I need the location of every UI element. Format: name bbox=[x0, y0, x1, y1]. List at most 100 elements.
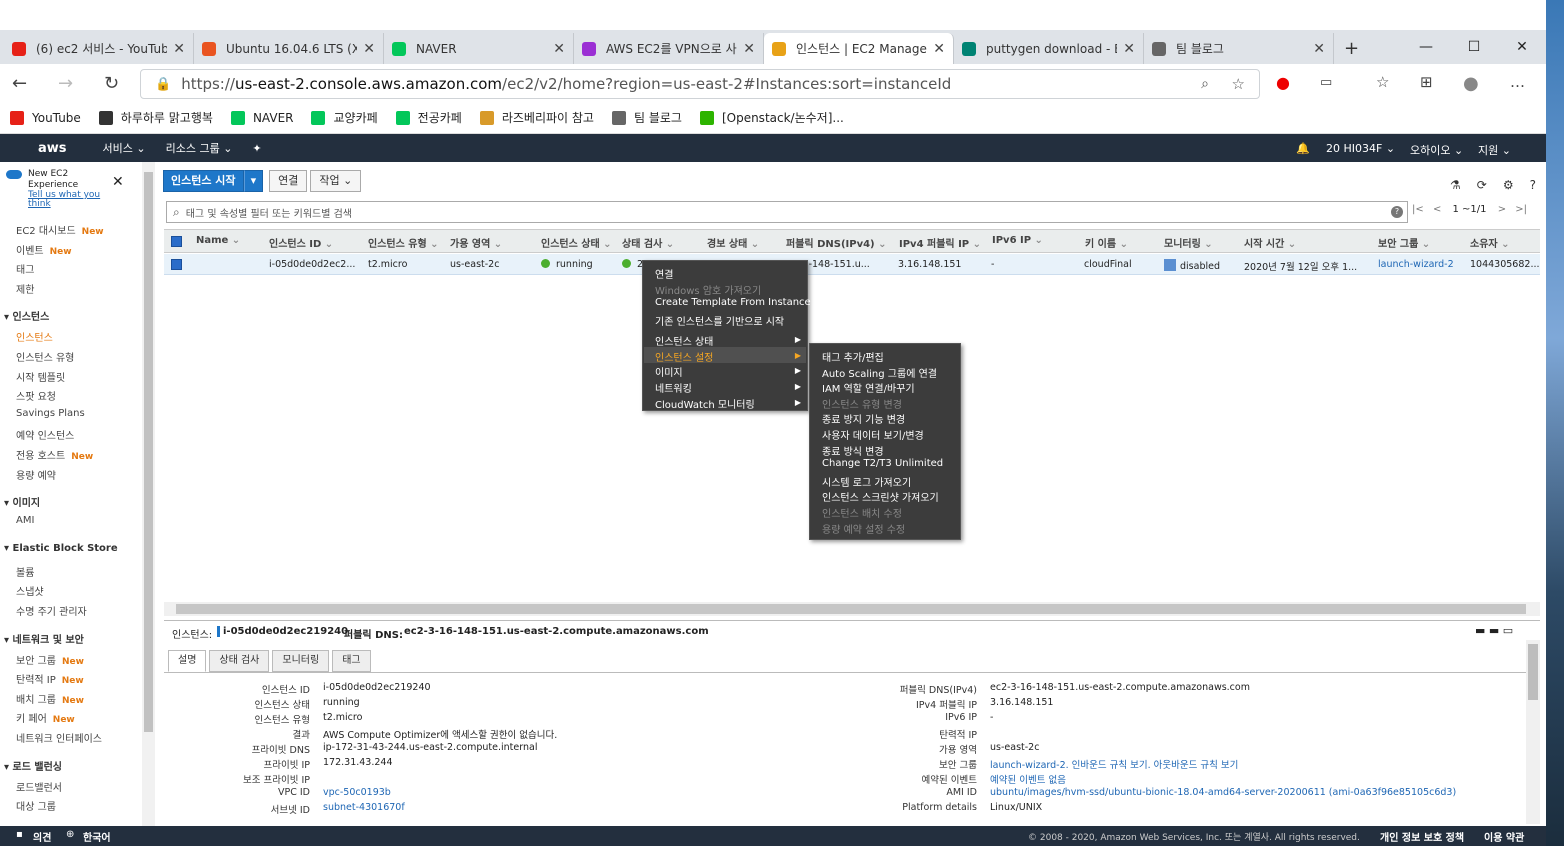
collections-icon[interactable]: ⊞ bbox=[1420, 73, 1433, 91]
column-header[interactable]: IPv6 IP ⌄ bbox=[992, 235, 1043, 246]
context-menu-item[interactable]: CloudWatch 모니터링 bbox=[655, 396, 755, 411]
context-menu-item[interactable]: 기존 인스턴스를 기반으로 시작 bbox=[655, 313, 784, 328]
bookmark-item[interactable]: 팀 블로그 bbox=[611, 109, 682, 126]
detail-value[interactable]: ubuntu/images/hvm-ssd/ubuntu-bionic-18.0… bbox=[990, 787, 1456, 798]
sidebar-item[interactable]: 용량 예약 bbox=[16, 467, 56, 482]
sidebar-item[interactable]: 인스턴스 유형 bbox=[16, 349, 74, 364]
column-header[interactable]: 보안 그룹 ⌄ bbox=[1378, 235, 1430, 250]
new-experience-toggle[interactable] bbox=[6, 170, 22, 179]
bookmark-item[interactable]: NAVER bbox=[230, 110, 293, 125]
submenu-item[interactable]: 태그 추가/편집 bbox=[822, 349, 884, 364]
launch-dropdown-icon[interactable]: ▾ bbox=[243, 170, 264, 192]
context-menu-item[interactable]: 네트워킹 bbox=[655, 380, 692, 395]
column-header[interactable]: 인스턴스 상태 ⌄ bbox=[541, 235, 612, 250]
sidebar-item[interactable]: 제한 bbox=[16, 281, 34, 296]
context-menu-item[interactable]: 연결 bbox=[655, 266, 673, 281]
detail-tab[interactable]: 상태 검사 bbox=[209, 650, 270, 672]
zoom-icon[interactable]: ⌕ bbox=[1201, 76, 1209, 92]
select-all-checkbox[interactable] bbox=[171, 236, 182, 247]
sidebar-item[interactable]: 배치 그룹 New bbox=[16, 691, 84, 706]
context-menu-item[interactable]: Create Template From Instance bbox=[655, 297, 811, 308]
prev-page-icon[interactable]: < bbox=[1433, 204, 1441, 215]
panel-layout-icon[interactable]: ▬ ▬ ▭ bbox=[1475, 624, 1513, 637]
close-icon[interactable]: ✕ bbox=[112, 174, 124, 190]
column-header[interactable]: 모니터링 ⌄ bbox=[1164, 235, 1213, 250]
services-menu[interactable]: 서비스 ⌄ bbox=[103, 140, 146, 156]
help-icon[interactable]: ? bbox=[1391, 206, 1403, 218]
actions-button[interactable]: 작업 ⌄ bbox=[310, 170, 362, 192]
maximize-button[interactable]: ☐ bbox=[1450, 39, 1498, 55]
column-header[interactable]: 가용 영역 ⌄ bbox=[450, 235, 502, 250]
minimize-button[interactable]: — bbox=[1402, 39, 1450, 55]
detail-value[interactable]: launch-wizard-2. 인바운드 규칙 보기. 아웃바운드 규칙 보기 bbox=[990, 757, 1238, 771]
sidebar-item[interactable]: 보안 그룹 New bbox=[16, 652, 84, 667]
refresh-icon[interactable]: ⟳ bbox=[1477, 178, 1487, 192]
column-header[interactable]: 인스턴스 유형 ⌄ bbox=[368, 235, 439, 250]
flask-icon[interactable]: ⚗ bbox=[1450, 178, 1461, 192]
column-header[interactable]: 인스턴스 ID ⌄ bbox=[269, 235, 333, 250]
context-menu-item[interactable]: 이미지 bbox=[655, 364, 683, 379]
favorites-icon[interactable]: ☆ bbox=[1376, 73, 1389, 91]
sidebar-scrollbar[interactable] bbox=[142, 162, 155, 826]
help-icon[interactable]: ? bbox=[1530, 178, 1536, 192]
privacy-link[interactable]: 개인 정보 보호 정책 bbox=[1380, 829, 1464, 844]
sidebar-item[interactable]: 스팟 요청 bbox=[16, 388, 56, 403]
url-bar[interactable]: 🔒 https://us-east-2.console.aws.amazon.c… bbox=[140, 69, 1260, 99]
next-page-icon[interactable]: > bbox=[1498, 204, 1506, 215]
sidebar-item[interactable]: 대상 그룹 bbox=[16, 798, 56, 813]
submenu-item[interactable]: 사용자 데이터 보기/변경 bbox=[822, 427, 924, 442]
close-tab-icon[interactable]: ✕ bbox=[363, 41, 375, 57]
last-page-icon[interactable]: >| bbox=[1515, 204, 1527, 215]
sidebar-item[interactable]: 시작 템플릿 bbox=[16, 369, 65, 384]
detail-value[interactable]: vpc-50c0193b bbox=[323, 787, 391, 798]
close-tab-icon[interactable]: ✕ bbox=[933, 41, 945, 57]
browser-tab[interactable]: (6) ec2 서비스 - YouTub ✕ bbox=[4, 33, 194, 64]
detail-value[interactable]: 예약된 이벤트 없음 bbox=[990, 772, 1066, 786]
bookmark-item[interactable]: YouTube bbox=[10, 110, 81, 125]
new-tab-button[interactable]: + bbox=[1336, 33, 1367, 64]
reader-icon[interactable]: ▭ bbox=[1320, 75, 1332, 90]
language-link[interactable]: 한국어 bbox=[83, 829, 111, 844]
close-tab-icon[interactable]: ✕ bbox=[173, 41, 185, 57]
detail-tab[interactable]: 설명 bbox=[168, 650, 207, 672]
connect-button[interactable]: 연결 bbox=[269, 170, 308, 192]
submenu-item[interactable]: IAM 역할 연결/바꾸기 bbox=[822, 380, 915, 395]
sidebar-item[interactable]: 탄력적 IP New bbox=[16, 671, 84, 686]
browser-tab[interactable]: 팀 블로그 ✕ bbox=[1144, 33, 1334, 64]
filter-input[interactable]: ⌕ 태그 및 속성별 필터 또는 키워드별 검색 ? bbox=[166, 201, 1408, 223]
sidebar-item[interactable]: 태그 bbox=[16, 261, 34, 276]
first-page-icon[interactable]: |< bbox=[1412, 204, 1424, 215]
sidebar-item[interactable]: 전용 호스트 New bbox=[16, 447, 93, 462]
sidebar-section-title[interactable]: ▾ 로드 밸런싱 bbox=[4, 758, 62, 773]
close-tab-icon[interactable]: ✕ bbox=[1123, 41, 1135, 57]
submenu-item[interactable]: 인스턴스 스크린샷 가져오기 bbox=[822, 489, 939, 504]
detail-tab[interactable]: 태그 bbox=[332, 650, 371, 672]
launch-instance-button[interactable]: 인스턴스 시작 bbox=[163, 170, 244, 192]
column-header[interactable]: 상태 검사 ⌄ bbox=[622, 235, 674, 250]
sidebar-section-title[interactable]: ▾ Elastic Block Store bbox=[4, 543, 118, 554]
sidebar-item[interactable]: 예약 인스턴스 bbox=[16, 427, 74, 442]
submenu-item[interactable]: Auto Scaling 그룹에 연결 bbox=[822, 365, 937, 380]
context-menu-item[interactable]: 인스턴스 설정 bbox=[655, 349, 713, 364]
pin-icon[interactable]: ✦ bbox=[252, 142, 261, 155]
browser-tab[interactable]: NAVER ✕ bbox=[384, 33, 574, 64]
region-menu[interactable]: 오하이오 ⌄ bbox=[1410, 142, 1463, 158]
bookmark-item[interactable]: 하루하루 맑고행복 bbox=[98, 109, 213, 126]
sidebar-item[interactable]: 로드밸런서 bbox=[16, 779, 62, 794]
opera-icon[interactable]: ● bbox=[1276, 73, 1290, 92]
feedback-link[interactable]: 의견 bbox=[33, 829, 51, 844]
feedback-link[interactable]: Tell us what you think bbox=[28, 191, 108, 209]
browser-tab[interactable]: 인스턴스 | EC2 Manage ✕ bbox=[764, 33, 954, 64]
column-header[interactable]: Name ⌄ bbox=[196, 235, 240, 246]
sidebar-item[interactable]: 스냅샷 bbox=[16, 583, 44, 598]
context-menu-item[interactable]: 인스턴스 상태 bbox=[655, 333, 713, 348]
detail-value[interactable]: subnet-4301670f bbox=[323, 802, 405, 813]
submenu-item[interactable]: 종료 방식 변경 bbox=[822, 443, 884, 458]
sidebar-section-title[interactable]: ▾ 인스턴스 bbox=[4, 308, 49, 323]
back-icon[interactable]: ← bbox=[12, 73, 27, 94]
cell-security-group[interactable]: launch-wizard-2 bbox=[1378, 259, 1454, 270]
browser-tab[interactable]: AWS EC2를 VPN으로 사 ✕ bbox=[574, 33, 764, 64]
sidebar-item[interactable]: AMI bbox=[16, 515, 34, 526]
profile-avatar[interactable]: ● bbox=[1463, 73, 1479, 94]
sidebar-section-title[interactable]: ▾ 네트워크 및 보안 bbox=[4, 631, 84, 646]
